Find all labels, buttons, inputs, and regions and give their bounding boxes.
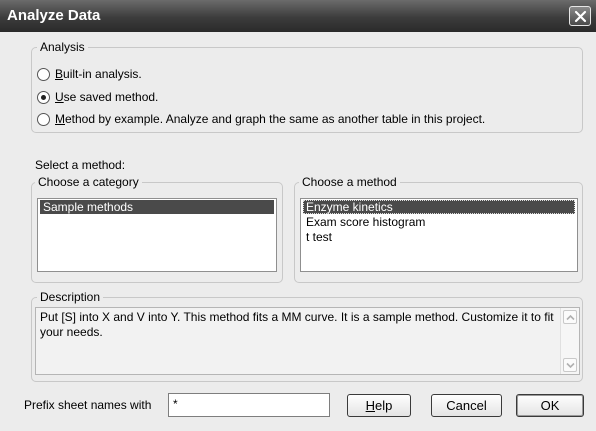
- prefix-label: Prefix sheet names with: [24, 398, 152, 412]
- scroll-up-button[interactable]: [563, 310, 577, 324]
- description-text: Put [S] into X and V into Y. This method…: [40, 310, 554, 339]
- radio-method-by-example[interactable]: Method by example. Analyze and graph the…: [37, 111, 485, 127]
- description-box[interactable]: Put [S] into X and V into Y. This method…: [35, 307, 580, 375]
- window-title: Analyze Data: [7, 7, 101, 24]
- select-method-label: Select a method:: [35, 158, 126, 172]
- close-button[interactable]: [569, 6, 591, 26]
- radio-use-saved-method[interactable]: Use saved method.: [37, 89, 158, 105]
- close-icon: [574, 10, 587, 23]
- radio-label: Use saved method.: [55, 90, 159, 104]
- title-bar[interactable]: Analyze Data: [0, 0, 596, 32]
- prefix-input[interactable]: *: [168, 393, 330, 417]
- radio-built-in-analysis[interactable]: Built-in analysis.: [37, 66, 142, 82]
- chevron-up-icon: [566, 314, 575, 321]
- chevron-down-icon: [566, 362, 575, 369]
- category-listbox[interactable]: Sample methods: [37, 198, 277, 272]
- list-item[interactable]: t test: [303, 230, 575, 244]
- radio-button[interactable]: [37, 67, 50, 81]
- category-legend: Choose a category: [35, 175, 142, 189]
- method-listbox[interactable]: Enzyme kinetics Exam score histogram t t…: [300, 198, 578, 272]
- list-item[interactable]: Sample methods: [40, 200, 274, 214]
- scroll-down-button[interactable]: [563, 358, 577, 372]
- radio-label: Method by example. Analyze and graph the…: [55, 112, 486, 126]
- method-legend: Choose a method: [299, 175, 400, 189]
- radio-button[interactable]: [37, 112, 50, 126]
- list-item[interactable]: Exam score histogram: [303, 215, 575, 229]
- ok-button[interactable]: OK: [516, 394, 584, 417]
- list-item[interactable]: Enzyme kinetics: [303, 200, 575, 214]
- radio-label: Built-in analysis.: [55, 67, 142, 81]
- analyze-data-dialog: Analyze Data Analysis Built-in analysis.…: [0, 0, 596, 431]
- help-button-label: Help: [365, 398, 393, 413]
- description-legend: Description: [37, 290, 104, 304]
- analysis-legend: Analysis: [37, 40, 88, 54]
- radio-button[interactable]: [37, 90, 50, 104]
- cancel-button[interactable]: Cancel: [431, 394, 502, 417]
- help-button[interactable]: Help: [347, 394, 411, 417]
- description-scrollbar[interactable]: [560, 308, 579, 374]
